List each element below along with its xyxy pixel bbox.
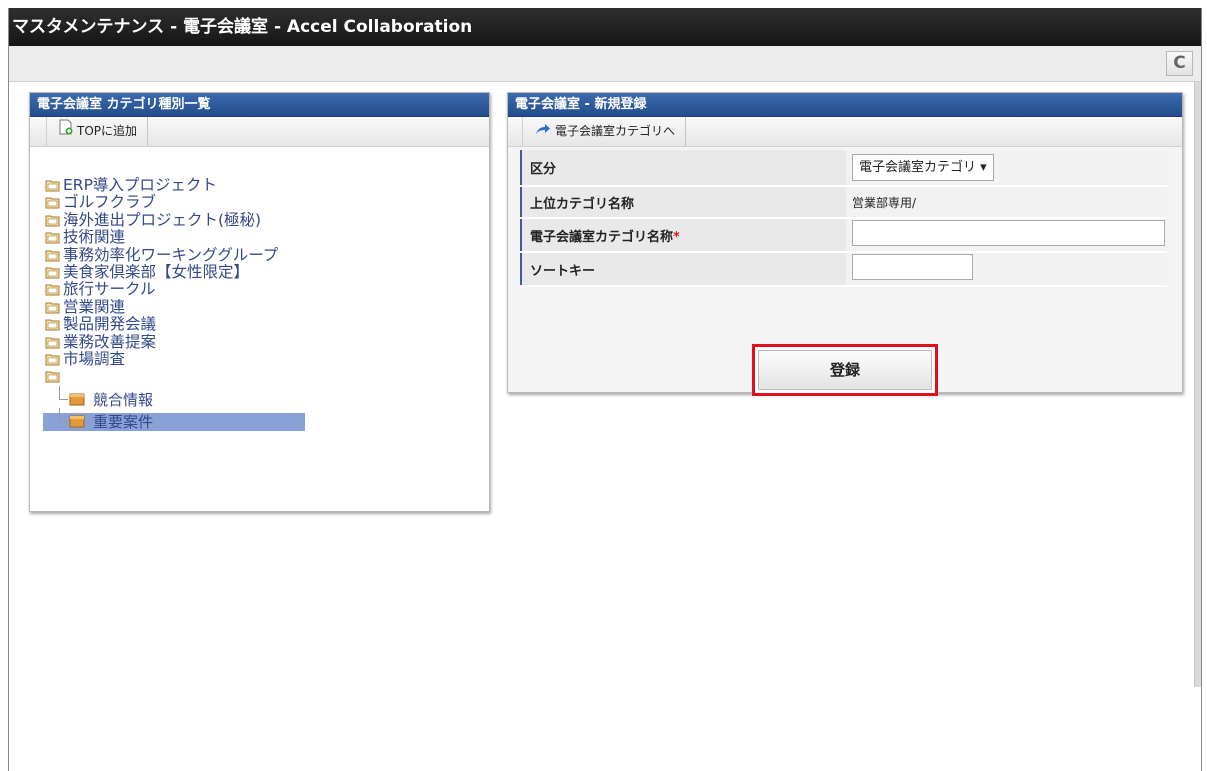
refresh-icon: C [1173, 53, 1186, 73]
parent-row: 上位カテゴリ名称 営業部専用/ [520, 186, 1167, 219]
folder-icon [45, 179, 60, 196]
category-name-label-cell: 電子会議室カテゴリ名称* [520, 218, 846, 253]
tree-connector [59, 407, 68, 422]
top-toolbar: C [9, 46, 1201, 82]
folder-closed-icon [69, 415, 85, 432]
vertical-scrollbar[interactable] [1194, 82, 1201, 687]
refresh-button[interactable]: C [1166, 51, 1193, 76]
category-name-input[interactable] [852, 220, 1165, 246]
registration-toolbar: 電子会議室カテゴリへ [508, 117, 1182, 147]
register-button[interactable]: 登録 [758, 350, 932, 390]
parent-category-value: 営業部専用/ [846, 186, 1167, 219]
registration-form: 区分 電子会議室カテゴリ ▾ 上位カテゴリ名称 営業部専用/ 電子会議室カテゴリ… [520, 150, 1167, 287]
required-mark: * [673, 229, 680, 245]
back-to-category-label: 電子会議室カテゴリへ [555, 124, 676, 138]
add-top-label: TOPに追加 [77, 124, 138, 138]
folder-icon [45, 231, 60, 248]
chevron-down-icon: ▾ [980, 160, 987, 175]
sort-row: ソートキー [520, 252, 1167, 287]
category-list-toolbar: TOPに追加 [30, 117, 489, 147]
new-registration-title: 電子会議室 - 新規登録 [508, 93, 1182, 117]
folder-icon [45, 370, 60, 387]
sort-key-input[interactable] [852, 254, 973, 280]
kubun-select[interactable]: 電子会議室カテゴリ ▾ [852, 154, 994, 181]
sort-key-label: ソートキー [520, 252, 846, 287]
back-to-category-link[interactable]: 電子会議室カテゴリへ [522, 117, 687, 146]
folder-icon [45, 196, 60, 213]
add-top-button[interactable]: TOPに追加 [46, 117, 149, 146]
kubun-cell: 電子会議室カテゴリ ▾ [846, 150, 1167, 187]
arrow-share-icon [535, 117, 551, 146]
parent-category-label: 上位カテゴリ名称 [520, 186, 846, 219]
category-name-label: 電子会議室カテゴリ名称 [530, 229, 674, 245]
new-registration-panel: 電子会議室 - 新規登録 電子会議室カテゴリへ 区分 電子会議室カテゴリ ▾ 上… [507, 92, 1183, 396]
folder-icon [45, 266, 60, 283]
tree-connector [59, 385, 68, 400]
folder-icon [45, 249, 60, 266]
folder-icon [45, 214, 60, 231]
folder-closed-icon [69, 393, 85, 410]
add-document-icon [59, 117, 73, 146]
kubun-selected-value: 電子会議室カテゴリ [859, 160, 977, 175]
category-name-cell [846, 218, 1167, 253]
category-list-title: 電子会議室 カテゴリ種別一覧 [30, 93, 489, 117]
folder-icon [45, 301, 60, 318]
sort-key-cell [846, 252, 1167, 287]
folder-icon [45, 353, 60, 370]
submit-highlight: 登録 [752, 344, 938, 396]
folder-icon [45, 336, 60, 353]
kubun-row: 区分 電子会議室カテゴリ ▾ [520, 150, 1167, 187]
folder-icon [45, 283, 60, 300]
name-row: 電子会議室カテゴリ名称* [520, 218, 1167, 253]
kubun-label: 区分 [520, 150, 846, 187]
folder-icon [45, 318, 60, 335]
window-title: マスタメンテナンス - 電子会議室 - Accel Collaboration [9, 8, 1201, 46]
app-window: マスタメンテナンス - 電子会議室 - Accel Collaboration … [8, 8, 1202, 771]
